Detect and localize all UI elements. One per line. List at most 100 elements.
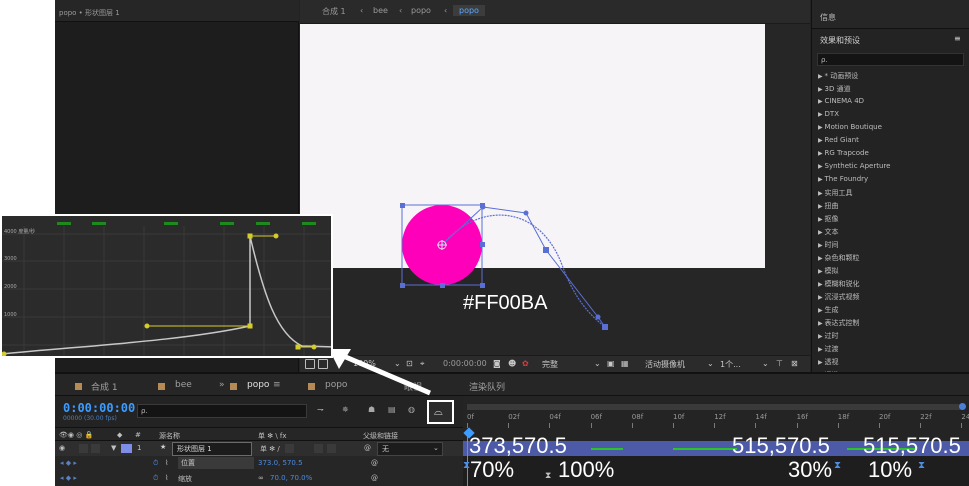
effects-category-item[interactable]: ▶ 模拟: [818, 266, 839, 276]
link-icon[interactable]: ∞: [258, 474, 264, 482]
tab-comp1[interactable]: 合成 1: [91, 380, 118, 393]
views-select[interactable]: 1个...: [720, 359, 741, 370]
color-channel-icon[interactable]: ✿: [522, 359, 529, 368]
keyframe-handle[interactable]: [602, 324, 608, 330]
solo-toggle[interactable]: [79, 444, 88, 453]
label-icon[interactable]: ◆: [117, 431, 122, 439]
info-tab[interactable]: 信息: [820, 12, 836, 23]
layer-label-color[interactable]: [121, 444, 132, 453]
col-parent: 父级和链接: [363, 432, 398, 440]
keyframe-marker-icon[interactable]: ⧗: [834, 460, 841, 471]
effects-category-item[interactable]: ▶ CINEMA 4D: [818, 97, 864, 105]
chevron-down-icon[interactable]: ⌄: [762, 359, 769, 368]
stopwatch-icon[interactable]: ⏱: [153, 474, 158, 483]
effects-category-item[interactable]: ▶ * 动画预设: [818, 71, 858, 81]
effects-category-item[interactable]: ▶ Synthetic Aperture: [818, 162, 890, 170]
switch-box[interactable]: [285, 444, 294, 453]
tab-render-queue[interactable]: 渲染队列: [469, 380, 505, 393]
show-snapshot-icon[interactable]: ☻: [508, 359, 516, 368]
motion-path-overlay[interactable]: [300, 0, 810, 355]
stopwatch-icon[interactable]: ⏱: [153, 459, 158, 468]
effects-category-item[interactable]: ▶ 生成: [818, 305, 839, 315]
effects-category-item[interactable]: ▶ 模糊和锐化: [818, 279, 860, 289]
effects-category-item[interactable]: ▶ 实用工具: [818, 188, 853, 198]
effects-category-item[interactable]: ▶ 3D 通道: [818, 84, 851, 94]
layer-name[interactable]: 形状图层 1: [172, 442, 252, 456]
effects-category-item[interactable]: ▶ RG Trapcode: [818, 149, 869, 157]
keyframe-marker-icon[interactable]: ⧗: [918, 460, 925, 471]
switch-box[interactable]: [314, 444, 323, 453]
callout-arrow: [329, 349, 431, 396]
chevron-down-icon[interactable]: ⌄: [594, 359, 601, 368]
chevron-down-icon[interactable]: ⌄: [433, 444, 439, 452]
effects-category-item[interactable]: ▶ 沉浸式视频: [818, 292, 860, 302]
viewer-timecode[interactable]: 0:00:00:00: [443, 359, 487, 368]
expand-triangle-icon[interactable]: ▼: [111, 444, 116, 452]
keyframe-nav-icon[interactable]: ◂ ◆ ▸: [60, 474, 77, 482]
region-of-interest-icon[interactable]: ▣: [607, 359, 615, 368]
pickwhip-icon[interactable]: @: [364, 444, 371, 452]
effects-category-item[interactable]: ▶ 杂色和颗粒: [818, 253, 860, 263]
camera-icon[interactable]: ◙: [493, 359, 501, 368]
col-source-name[interactable]: 源名称: [159, 431, 180, 441]
keyframe-marker-icon[interactable]: ⧗: [463, 460, 470, 471]
graph-icon[interactable]: ⌇: [165, 474, 168, 482]
ruler-tick: [755, 423, 757, 428]
effects-category-item[interactable]: ▶ Motion Boutique: [818, 123, 882, 131]
pixel-aspect-icon[interactable]: ⊤: [776, 359, 783, 368]
switches[interactable]: 单 ✻ /: [260, 444, 280, 454]
effects-category-item[interactable]: ▶ DTX: [818, 110, 839, 118]
graph-editor-overlay[interactable]: 4000 度量/秒 3000 2000 1000: [0, 214, 333, 358]
eye-icon[interactable]: ◉: [59, 444, 65, 452]
graph-icon[interactable]: ⌇: [165, 459, 168, 467]
property-value[interactable]: 373.0, 570.5: [258, 459, 303, 467]
track-area[interactable]: 373,570.5 515,570.5 515,570.5 ⧗ 70% ⧗ 10…: [463, 433, 969, 486]
motion-blur-icon[interactable]: ◍: [408, 405, 421, 418]
graph-y-label: 4000 度量/秒: [4, 229, 35, 235]
tab-popo-active[interactable]: popo: [247, 380, 269, 390]
panel-menu-icon[interactable]: ≡: [954, 34, 961, 43]
snapshot-layout-icon[interactable]: [305, 359, 315, 369]
effects-category-item[interactable]: ▶ The Foundry: [818, 175, 868, 183]
keyframe-nav-icon[interactable]: ◂ ◆ ▸: [60, 459, 77, 467]
av-features-icon[interactable]: 👁◉ ◎ 🔒: [59, 431, 93, 439]
effects-category-item[interactable]: ▶ 表达式控制: [818, 318, 860, 328]
property-name: 缩放: [178, 475, 192, 483]
reset-exposure-icon[interactable]: ⊠: [791, 359, 798, 368]
property-row-scale[interactable]: ◂ ◆ ▸ ⏱ ⌇ 缩放 ∞ 70.0, 70.0% @: [55, 471, 463, 486]
effects-category-item[interactable]: ▶ 时间: [818, 240, 839, 250]
current-timecode[interactable]: 0:00:00:00: [63, 401, 135, 415]
panel-title[interactable]: popo • 形状图层 1: [59, 8, 120, 18]
speed-graph[interactable]: [2, 216, 333, 358]
keyframe-marker-icon[interactable]: ⧗: [545, 471, 551, 481]
lock-toggle[interactable]: [91, 444, 100, 453]
effects-category-item[interactable]: ▶ Red Giant: [818, 136, 859, 144]
draft-3d-icon[interactable]: ✵: [342, 405, 355, 418]
timeline-search-input[interactable]: ρ.: [137, 404, 307, 418]
shy-layers-icon[interactable]: ☗: [368, 405, 381, 418]
tab-menu-icon[interactable]: ≡: [273, 380, 281, 390]
effects-category-item[interactable]: ▶ 过渡: [818, 344, 839, 354]
effects-category-item[interactable]: ▶ 过时: [818, 331, 839, 341]
effects-category-item[interactable]: ▶ 文本: [818, 227, 839, 237]
keyframe-handle[interactable]: [543, 247, 549, 253]
ruler-tick-label: 08f: [631, 413, 644, 421]
expression-icon[interactable]: @: [371, 474, 378, 482]
effects-category-item[interactable]: ▶ 透视: [818, 357, 839, 367]
camera-select[interactable]: 活动摄像机: [645, 359, 685, 370]
effects-search-input[interactable]: ρ.: [817, 53, 964, 66]
expression-icon[interactable]: @: [371, 459, 378, 467]
frame-blending-icon[interactable]: ▤: [388, 405, 401, 418]
effects-category-item[interactable]: ▶ 扭曲: [818, 201, 839, 211]
layer-row[interactable]: ◉ ▼ 1 ★ 形状图层 1 单 ✻ / @ 无 ⌄: [55, 441, 463, 456]
effects-category-item[interactable]: ▶ 抠像: [818, 214, 839, 224]
tab-bee[interactable]: bee: [175, 380, 192, 390]
resolution-select[interactable]: 完整: [542, 359, 558, 370]
property-row-position[interactable]: ◂ ◆ ▸ ⏱ ⌇ 位置 373.0, 570.5 @: [55, 456, 463, 471]
chevron-down-icon[interactable]: ⌄: [707, 359, 714, 368]
property-value[interactable]: 70.0, 70.0%: [270, 474, 312, 482]
effects-category-label: Motion Boutique: [824, 123, 882, 131]
transparency-grid-icon[interactable]: ▦: [621, 359, 629, 368]
switch-box[interactable]: [327, 444, 336, 453]
comp-mini-flowchart-icon[interactable]: ⇁: [317, 405, 330, 418]
